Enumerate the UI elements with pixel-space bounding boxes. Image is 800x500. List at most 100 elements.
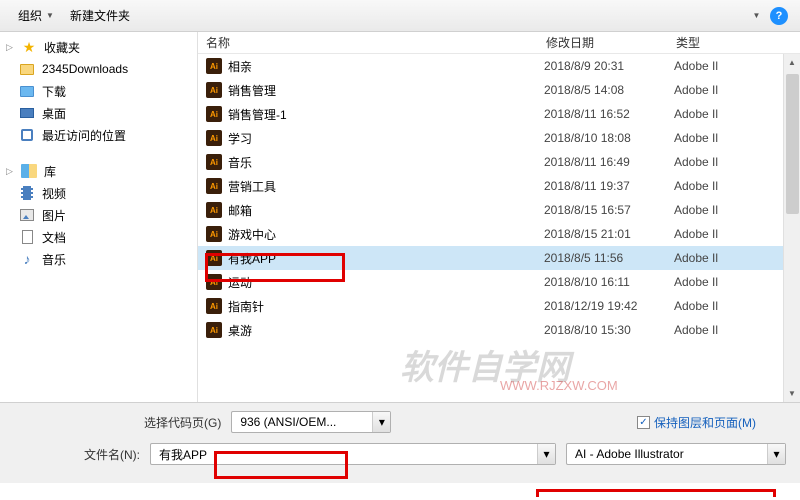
- folder-icon: [18, 61, 36, 77]
- sidebar-library[interactable]: ▷ 库: [0, 160, 197, 182]
- ai-file-icon: Ai: [206, 178, 222, 194]
- file-row[interactable]: Ai 相亲2018/8/9 20:31Adobe Il: [198, 54, 800, 78]
- sidebar-favorites[interactable]: ▷ ★ 收藏夹: [0, 36, 197, 58]
- collapse-icon: ▷: [6, 42, 14, 53]
- filetype-value: AI - Adobe Illustrator: [567, 447, 767, 461]
- file-name: 销售管理: [228, 82, 544, 99]
- file-type: Adobe Il: [674, 179, 800, 193]
- file-type: Adobe Il: [674, 107, 800, 121]
- file-row[interactable]: Ai有我APP2018/8/5 11:56Adobe Il: [198, 246, 800, 270]
- file-type: Adobe Il: [674, 323, 800, 337]
- file-name: 学习: [228, 130, 544, 147]
- chevron-down-icon: ▾: [767, 444, 785, 464]
- file-name: 营销工具: [228, 178, 544, 195]
- file-date: 2018/8/5 11:56: [544, 251, 674, 265]
- file-date: 2018/8/10 18:08: [544, 131, 674, 145]
- vertical-scrollbar[interactable]: ▲ ▼: [783, 54, 800, 402]
- file-date: 2018/8/5 14:08: [544, 83, 674, 97]
- chevron-down-icon: ▼: [46, 11, 54, 20]
- filetype-combo[interactable]: AI - Adobe Illustrator ▾: [566, 443, 786, 465]
- sidebar-xiazai[interactable]: 下载: [0, 80, 197, 102]
- file-date: 2018/8/9 20:31: [544, 59, 674, 73]
- new-folder-button[interactable]: 新建文件夹: [62, 4, 138, 27]
- file-type: Adobe Il: [674, 275, 800, 289]
- file-type: Adobe Il: [674, 131, 800, 145]
- sidebar-downloads[interactable]: 2345Downloads: [0, 58, 197, 80]
- xiazai-label: 下载: [42, 83, 66, 100]
- file-date: 2018/12/19 19:42: [544, 299, 674, 313]
- video-label: 视频: [42, 185, 66, 202]
- document-icon: [18, 229, 36, 245]
- sidebar-recent[interactable]: 最近访问的位置: [0, 124, 197, 146]
- view-grid-icon: [742, 15, 753, 16]
- ai-file-icon: Ai: [206, 58, 222, 74]
- file-type: Adobe Il: [674, 227, 800, 241]
- chevron-down-icon: ▼: [753, 11, 761, 20]
- file-name: 相亲: [228, 58, 544, 75]
- scroll-thumb[interactable]: [786, 74, 799, 214]
- filename-value: 有我APP: [151, 446, 537, 463]
- file-row[interactable]: Ai 桌游2018/8/10 15:30Adobe Il: [198, 318, 800, 342]
- sidebar-desktop[interactable]: 桌面: [0, 102, 197, 124]
- recent-icon: [18, 127, 36, 143]
- help-button[interactable]: ?: [768, 5, 790, 27]
- file-name: 运动: [228, 274, 544, 291]
- file-row[interactable]: Ai 运动2018/8/10 16:11Adobe Il: [198, 270, 800, 294]
- scroll-down-icon[interactable]: ▼: [784, 385, 800, 402]
- file-date: 2018/8/10 16:11: [544, 275, 674, 289]
- file-name: 桌游: [228, 322, 544, 339]
- file-name: 游戏中心: [228, 226, 544, 243]
- sidebar-pictures[interactable]: 图片: [0, 204, 197, 226]
- preserve-layers-checkbox[interactable]: ✓ 保持图层和页面(M): [637, 414, 756, 431]
- highlight-annotation: [536, 489, 776, 497]
- column-name[interactable]: 名称: [198, 34, 538, 51]
- codepage-label: 选择代码页(G): [144, 414, 221, 431]
- file-type: Adobe Il: [674, 59, 800, 73]
- file-type: Adobe Il: [674, 251, 800, 265]
- codepage-combo[interactable]: 936 (ANSI/OEM... ▾: [231, 411, 391, 433]
- file-row[interactable]: Ai游戏中心2018/8/15 21:01Adobe Il: [198, 222, 800, 246]
- recent-label: 最近访问的位置: [42, 127, 126, 144]
- sidebar-video[interactable]: 视频: [0, 182, 197, 204]
- favorites-label: 收藏夹: [44, 39, 80, 56]
- file-name: 指南针: [228, 298, 544, 315]
- ai-file-icon: Ai: [206, 106, 222, 122]
- file-row[interactable]: Ai音乐2018/8/11 16:49Adobe Il: [198, 150, 800, 174]
- file-row[interactable]: Ai学习2018/8/10 18:08Adobe Il: [198, 126, 800, 150]
- music-icon: ♪: [18, 251, 36, 267]
- toolbar: 组织 ▼ 新建文件夹 ▼ ?: [0, 0, 800, 32]
- folder-icon: [18, 83, 36, 99]
- library-label: 库: [44, 163, 56, 180]
- ai-file-icon: Ai: [206, 322, 222, 338]
- file-list-body[interactable]: Ai相亲2018/8/9 20:31Adobe IlAi销售管理2018/8/5…: [198, 54, 800, 342]
- ai-file-icon: Ai: [206, 274, 222, 290]
- file-date: 2018/8/10 15:30: [544, 323, 674, 337]
- ai-file-icon: Ai: [206, 226, 222, 242]
- video-icon: [18, 185, 36, 201]
- chevron-down-icon: ▾: [372, 412, 390, 432]
- file-date: 2018/8/11 16:52: [544, 107, 674, 121]
- column-date[interactable]: 修改日期: [538, 34, 668, 51]
- sidebar-music[interactable]: ♪ 音乐: [0, 248, 197, 270]
- view-mode-button[interactable]: ▼: [740, 5, 762, 27]
- dialog-footer: 选择代码页(G) 936 (ANSI/OEM... ▾ ✓ 保持图层和页面(M)…: [0, 402, 800, 483]
- sidebar-documents[interactable]: 文档: [0, 226, 197, 248]
- desktop-icon: [18, 105, 36, 121]
- organize-label: 组织: [18, 7, 42, 24]
- picture-icon: [18, 207, 36, 223]
- file-row[interactable]: Ai销售管理-12018/8/11 16:52Adobe Il: [198, 102, 800, 126]
- scroll-up-icon[interactable]: ▲: [784, 54, 800, 71]
- file-row[interactable]: Ai 营销工具2018/8/11 19:37Adobe Il: [198, 174, 800, 198]
- file-name: 邮箱: [228, 202, 544, 219]
- file-list: 名称 修改日期 类型 Ai相亲2018/8/9 20:31Adobe IlAi销…: [198, 32, 800, 402]
- file-type: Adobe Il: [674, 83, 800, 97]
- file-row[interactable]: Ai指南针2018/12/19 19:42Adobe Il: [198, 294, 800, 318]
- desktop-label: 桌面: [42, 105, 66, 122]
- filename-input[interactable]: 有我APP ▾: [150, 443, 556, 465]
- organize-button[interactable]: 组织 ▼: [10, 4, 62, 27]
- file-date: 2018/8/11 19:37: [544, 179, 674, 193]
- column-type[interactable]: 类型: [668, 34, 800, 51]
- file-row[interactable]: Ai销售管理2018/8/5 14:08Adobe Il: [198, 78, 800, 102]
- file-row[interactable]: Ai邮箱2018/8/15 16:57Adobe Il: [198, 198, 800, 222]
- help-icon: ?: [770, 7, 788, 25]
